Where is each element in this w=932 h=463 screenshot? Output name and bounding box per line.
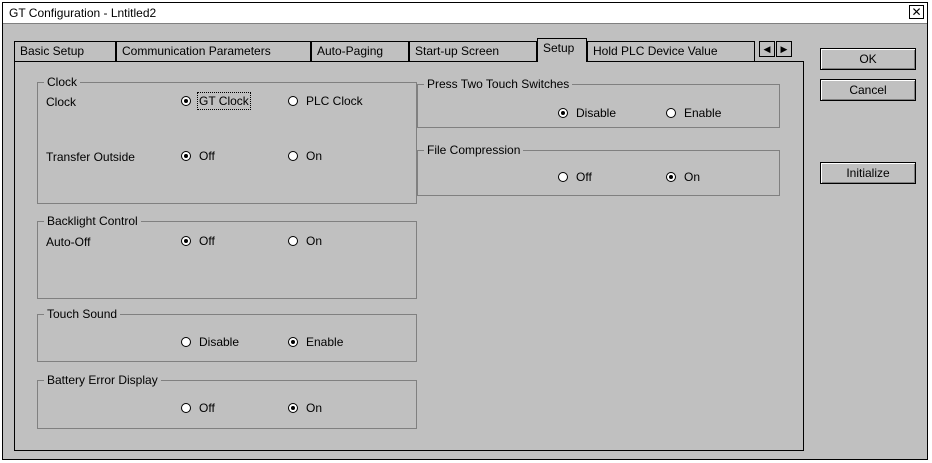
radio-press-two-enable[interactable]: Enable: [666, 106, 721, 120]
ok-button[interactable]: OK: [820, 48, 916, 70]
radio-unselected-icon: [288, 96, 298, 106]
title-bar: GT Configuration - Lntitled2 ✕: [3, 3, 927, 24]
cancel-button[interactable]: Cancel: [820, 79, 916, 101]
radio-gt-clock[interactable]: GT Clock: [181, 92, 251, 110]
tab-bar: Basic Setup Communication Parameters Aut…: [14, 38, 804, 62]
backlight-control-group: Backlight Control Auto-Off Off On: [37, 214, 417, 299]
tab-communication-parameters[interactable]: Communication Parameters: [116, 41, 311, 61]
radio-plc-clock-label: PLC Clock: [306, 94, 363, 108]
tab-hold-plc-device-value[interactable]: Hold PLC Device Value: [587, 41, 755, 61]
tab-scroll-left-button[interactable]: ◀: [759, 41, 775, 57]
radio-touch-sound-disable[interactable]: Disable: [181, 335, 239, 349]
radio-selected-icon: [666, 172, 676, 182]
radio-selected-icon: [181, 236, 191, 246]
file-compression-group-title: File Compression: [424, 143, 524, 157]
auto-off-label: Auto-Off: [46, 235, 91, 249]
radio-selected-icon: [288, 337, 298, 347]
radio-transfer-on[interactable]: On: [288, 149, 322, 163]
radio-plc-clock[interactable]: PLC Clock: [288, 94, 363, 108]
radio-file-compression-on[interactable]: On: [666, 170, 700, 184]
clock-group: Clock Clock GT Clock PLC Clock Transfer …: [37, 75, 417, 204]
radio-battery-off[interactable]: Off: [181, 401, 215, 415]
radio-selected-icon: [288, 403, 298, 413]
radio-auto-off-on[interactable]: On: [288, 234, 322, 248]
tab-panel-setup: Clock Clock GT Clock PLC Clock Transfer …: [14, 61, 804, 451]
radio-press-two-enable-label: Enable: [684, 106, 722, 120]
radio-file-compression-on-label: On: [684, 170, 701, 184]
radio-selected-icon: [181, 151, 191, 161]
close-icon: ✕: [911, 5, 922, 19]
radio-selected-icon: [181, 96, 191, 106]
radio-touch-sound-enable-label: Enable: [306, 335, 344, 349]
radio-unselected-icon: [181, 337, 191, 347]
initialize-button[interactable]: Initialize: [820, 162, 916, 184]
backlight-group-title: Backlight Control: [44, 214, 141, 228]
tab-auto-paging[interactable]: Auto-Paging: [311, 41, 409, 61]
radio-auto-off-on-label: On: [306, 234, 323, 248]
radio-press-two-disable-label: Disable: [576, 106, 617, 120]
close-button[interactable]: ✕: [909, 5, 924, 19]
tab-scroll-right-button[interactable]: ▶: [776, 41, 792, 57]
radio-transfer-off-label: Off: [199, 149, 215, 163]
tab-setup[interactable]: Setup: [537, 38, 587, 62]
tab-basic-setup[interactable]: Basic Setup: [14, 41, 116, 61]
radio-battery-on[interactable]: On: [288, 401, 322, 415]
radio-file-compression-off[interactable]: Off: [558, 170, 592, 184]
touch-sound-group-title: Touch Sound: [44, 307, 121, 321]
radio-unselected-icon: [558, 172, 568, 182]
battery-error-display-group: Battery Error Display Off On: [37, 373, 417, 429]
clock-label: Clock: [46, 95, 77, 109]
radio-press-two-disable[interactable]: Disable: [558, 106, 616, 120]
clock-group-title: Clock: [44, 75, 81, 89]
transfer-outside-label: Transfer Outside: [46, 150, 135, 164]
arrow-right-icon: ▶: [780, 44, 788, 54]
tab-start-up-screen[interactable]: Start-up Screen: [409, 41, 537, 61]
battery-group-title: Battery Error Display: [44, 373, 161, 387]
radio-unselected-icon: [181, 403, 191, 413]
radio-selected-icon: [558, 108, 568, 118]
radio-unselected-icon: [288, 236, 298, 246]
file-compression-group: File Compression Off On: [417, 143, 780, 196]
radio-touch-sound-disable-label: Disable: [199, 335, 240, 349]
touch-sound-group: Touch Sound Disable Enable: [37, 307, 417, 362]
radio-file-compression-off-label: Off: [576, 170, 592, 184]
radio-battery-off-label: Off: [199, 401, 215, 415]
arrow-left-icon: ◀: [763, 44, 771, 54]
radio-auto-off-off-label: Off: [199, 234, 215, 248]
radio-unselected-icon: [666, 108, 676, 118]
radio-auto-off-off[interactable]: Off: [181, 234, 215, 248]
radio-unselected-icon: [288, 151, 298, 161]
radio-transfer-on-label: On: [306, 149, 323, 163]
window-title: GT Configuration - Lntitled2: [9, 6, 157, 20]
radio-transfer-off[interactable]: Off: [181, 149, 215, 163]
press-two-group-title: Press Two Touch Switches: [424, 77, 573, 91]
radio-battery-on-label: On: [306, 401, 323, 415]
press-two-touch-switches-group: Press Two Touch Switches Disable Enable: [417, 77, 780, 128]
radio-touch-sound-enable[interactable]: Enable: [288, 335, 343, 349]
radio-gt-clock-label: GT Clock: [197, 92, 251, 110]
